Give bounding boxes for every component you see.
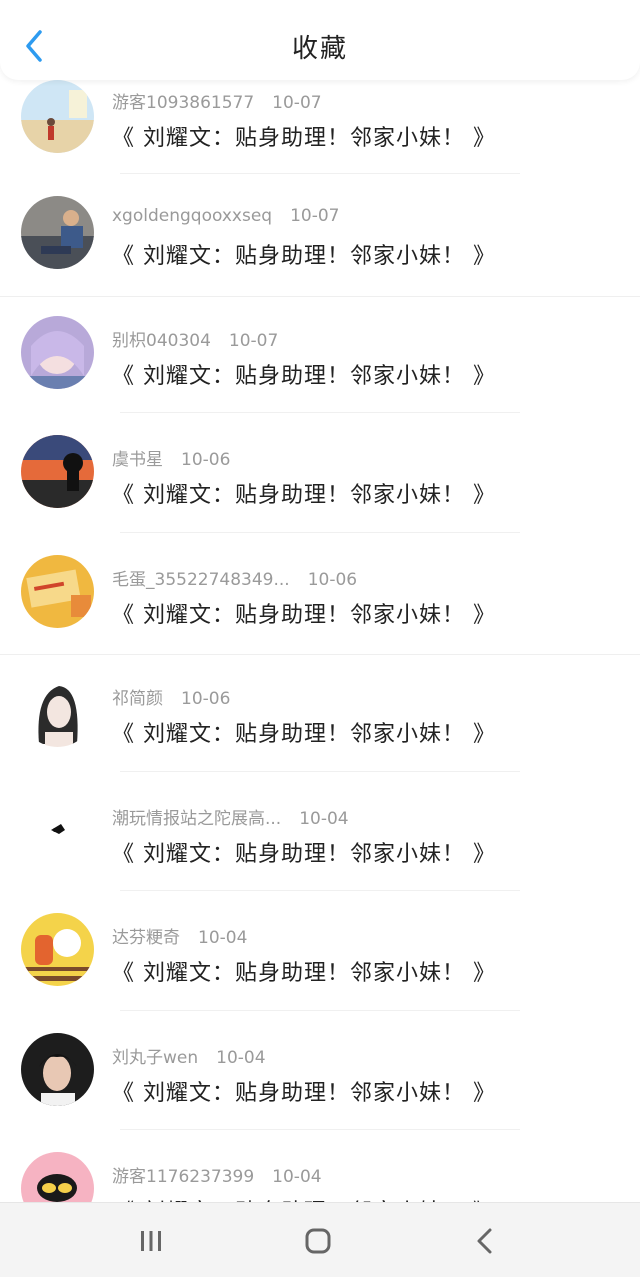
header-bar: 收藏 [0, 0, 640, 80]
list-item[interactable]: xgoldengqooxxseq 10-07 《 刘耀文：贴身助理！邻家小妹！ 》 [0, 174, 640, 297]
date-label: 10-04 [216, 1047, 266, 1068]
beach-photo-avatar[interactable] [21, 80, 94, 153]
user-name[interactable]: 毛蛋_35522748349... [112, 570, 290, 590]
home-button[interactable] [298, 1221, 338, 1261]
list-item[interactable]: 别枳040304 10-07 《 刘耀文：贴身助理！邻家小妹！ 》 [0, 294, 640, 413]
favorite-title[interactable]: 《 刘耀文：贴身助理！邻家小妹！ 》 [112, 358, 496, 390]
user-name[interactable]: 游客1176237399 [112, 1167, 254, 1187]
monkey-cartoon-avatar[interactable] [21, 1152, 94, 1202]
page-title: 收藏 [291, 34, 348, 64]
small-bird-avatar[interactable] [21, 793, 94, 867]
user-name[interactable]: 刘丸子wen [112, 1048, 198, 1068]
date-label: 10-07 [272, 93, 322, 113]
favorite-title[interactable]: 《 刘耀文：贴身助理！邻家小妹！ 》 [112, 238, 496, 270]
favorite-title[interactable]: 《 刘耀文：贴身助理！邻家小妹！ 》 [112, 836, 496, 868]
user-name[interactable]: 达芬粳奇 [112, 928, 180, 948]
favorite-title[interactable]: 《 刘耀文：贴身助理！邻家小妹！ 》 [112, 1194, 496, 1202]
favorite-title[interactable]: 《 刘耀文：贴身助理！邻家小妹！ 》 [112, 955, 496, 987]
date-label: 10-07 [228, 330, 279, 351]
sketch-girl-avatar[interactable] [21, 674, 94, 747]
list-item[interactable]: 游客1093861577 10-07 《 刘耀文：贴身助理！邻家小妹！ 》 [0, 80, 640, 174]
favorite-title[interactable]: 《 刘耀文：贴身助理！邻家小妹！ 》 [112, 597, 496, 629]
date-label: 10-06 [307, 569, 358, 590]
user-name[interactable]: 潮玩情报站之陀展高... [112, 809, 281, 829]
boy-portrait-avatar[interactable] [21, 1032, 94, 1106]
user-name[interactable]: 游客1093861577 [112, 93, 254, 113]
list-item[interactable]: 祁简颜 10-06 《 刘耀文：贴身助理！邻家小妹！ 》 [0, 652, 640, 772]
date-label: 10-04 [198, 928, 248, 948]
date-label: 10-06 [181, 450, 231, 470]
date-label: 10-04 [299, 808, 349, 829]
favorite-title[interactable]: 《 刘耀文：贴身助理！邻家小妹！ 》 [112, 716, 496, 748]
man-sofa-avatar[interactable] [21, 196, 94, 269]
user-name[interactable]: 祁简颜 [112, 689, 163, 709]
user-name[interactable]: xgoldengqooxxseq [112, 206, 272, 226]
system-nav-bar [0, 1202, 640, 1277]
sunset-silhouette-avatar[interactable] [21, 435, 94, 508]
anime-girl-avatar[interactable] [21, 315, 94, 389]
list-item[interactable]: 达芬粳奇 10-04 《 刘耀文：贴身助理！邻家小妹！ 》 [0, 891, 640, 1011]
list-item[interactable]: 潮玩情报站之陀展高... 10-04 《 刘耀文：贴身助理！邻家小妹！ 》 [0, 772, 640, 891]
back-nav-button[interactable] [465, 1221, 505, 1261]
list-item[interactable]: 刘丸子wen 10-04 《 刘耀文：贴身助理！邻家小妹！ 》 [0, 1011, 640, 1130]
favorite-title[interactable]: 《 刘耀文：贴身助理！邻家小妹！ 》 [112, 1075, 496, 1107]
favorites-list: 游客1093861577 10-07 《 刘耀文：贴身助理！邻家小妹！ 》 xgo… [0, 80, 640, 1202]
favorite-title[interactable]: 《 刘耀文：贴身助理！邻家小妹！ 》 [112, 477, 496, 509]
yellow-paper-avatar[interactable] [21, 554, 94, 628]
recent-apps-icon [141, 1231, 161, 1251]
list-item[interactable]: 毛蛋_35522748349... 10-06 《 刘耀文：贴身助理！邻家小妹！ … [0, 533, 640, 655]
recent-apps-button[interactable] [131, 1221, 171, 1261]
user-name[interactable]: 别枳040304 [112, 331, 211, 351]
list-item[interactable]: 游客1176237399 10-04 《 刘耀文：贴身助理！邻家小妹！ 》 [0, 1130, 640, 1202]
date-label: 10-06 [181, 689, 231, 709]
list-item[interactable]: 虞书星 10-06 《 刘耀文：贴身助理！邻家小妹！ 》 [0, 413, 640, 533]
home-icon [305, 1228, 331, 1254]
user-name[interactable]: 虞书星 [112, 450, 163, 470]
back-icon [477, 1228, 492, 1254]
capricorn-cartoon-avatar[interactable] [21, 913, 94, 986]
favorite-title[interactable]: 《 刘耀文：贴身助理！邻家小妹！ 》 [112, 120, 496, 152]
date-label: 10-04 [272, 1167, 322, 1187]
date-label: 10-07 [290, 206, 340, 226]
